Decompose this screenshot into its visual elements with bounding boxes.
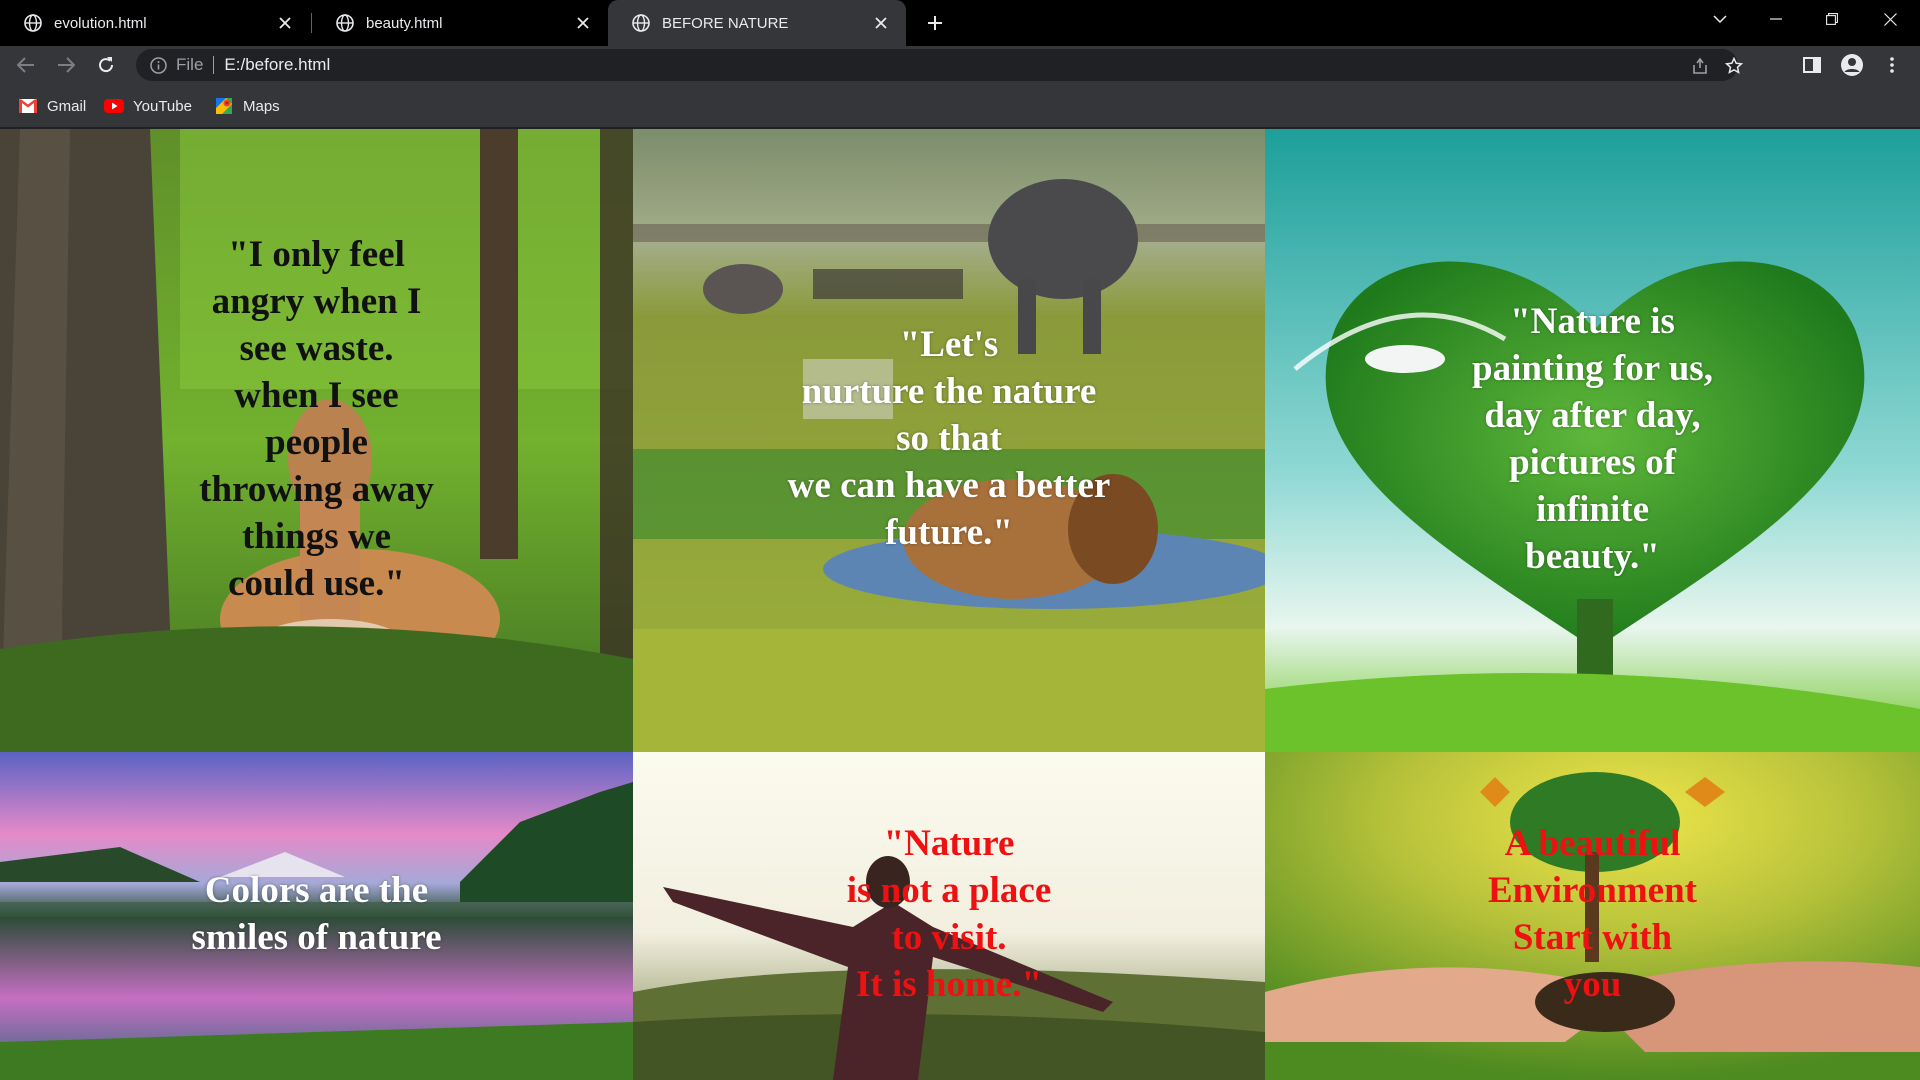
plus-icon	[928, 16, 942, 30]
tile-savanna: "Let's nurture the nature so that we can…	[633, 129, 1265, 752]
tab-label: BEFORE NATURE	[662, 14, 789, 32]
chevron-down-icon	[1713, 15, 1727, 23]
tile-mountain-lake: Colors are the smiles of nature	[0, 752, 633, 1080]
tile-heart-tree: "Nature is painting for us, day after da…	[1265, 129, 1920, 752]
side-panel-button[interactable]	[1796, 49, 1828, 81]
quote-text: "Let's nurture the nature so that we can…	[787, 324, 1111, 553]
kebab-menu-icon	[1890, 57, 1894, 73]
close-icon[interactable]	[274, 12, 296, 34]
reload-icon	[99, 57, 114, 73]
bookmark-label: YouTube	[133, 97, 192, 115]
side-panel-icon	[1803, 57, 1821, 73]
globe-icon	[24, 14, 42, 32]
url-text[interactable]: E:/before.html	[224, 55, 330, 75]
maps-icon	[214, 98, 234, 114]
bookmark-label: Gmail	[47, 97, 87, 115]
window-close-button[interactable]	[1864, 0, 1916, 38]
forward-button[interactable]	[50, 49, 82, 81]
arrow-left-icon	[17, 57, 34, 73]
bookmarks-bar: Gmail YouTube Maps	[0, 84, 1920, 128]
tab-evolution[interactable]: evolution.html	[0, 0, 310, 46]
globe-icon	[336, 14, 354, 32]
bookmark-youtube[interactable]: YouTube	[104, 94, 192, 118]
gmail-icon	[18, 98, 38, 114]
bookmark-star-icon[interactable]	[1722, 54, 1746, 78]
tile-deer: "I only feel angry when I see waste. whe…	[0, 129, 633, 752]
reload-button[interactable]	[90, 49, 122, 81]
profile-button[interactable]	[1836, 49, 1868, 81]
back-button[interactable]	[10, 49, 42, 81]
menu-button[interactable]	[1876, 49, 1908, 81]
tab-label: evolution.html	[54, 14, 147, 32]
omnibox-divider	[213, 56, 215, 74]
address-bar[interactable]: File E:/before.html	[136, 49, 1743, 81]
tile-open-arms: "Nature is not a place to visit. It is h…	[633, 752, 1265, 1080]
quote-text: Colors are the smiles of nature	[191, 870, 442, 958]
tab-strip: evolution.html beauty.html BEFORE NATURE	[0, 0, 1920, 46]
arrow-right-icon	[58, 57, 75, 73]
close-icon[interactable]	[572, 12, 594, 34]
quote-text: "Nature is painting for us, day after da…	[1472, 300, 1713, 577]
share-icon[interactable]	[1688, 54, 1712, 78]
restore-button[interactable]	[1806, 0, 1858, 38]
tab-search-button[interactable]	[1694, 0, 1746, 38]
toolbar: File E:/before.html	[0, 46, 1920, 84]
close-icon[interactable]	[870, 12, 892, 34]
tab-before-nature[interactable]: BEFORE NATURE	[608, 0, 906, 46]
globe-icon	[632, 14, 650, 32]
minimize-icon	[1770, 18, 1782, 20]
quote-text: A beautiful Environment Start with you	[1487, 823, 1697, 1005]
avatar-icon	[1841, 54, 1863, 76]
tab-beauty[interactable]: beauty.html	[312, 0, 608, 46]
scheme-chip: File	[176, 55, 204, 74]
quote-text: "Nature is not a place to visit. It is h…	[846, 823, 1052, 1005]
info-icon[interactable]	[148, 55, 168, 75]
quote-text: "I only feel angry when I see waste. whe…	[199, 233, 434, 604]
new-tab-button[interactable]	[920, 8, 950, 38]
page-content: "I only feel angry when I see waste. whe…	[0, 129, 1920, 1080]
bookmark-label: Maps	[243, 97, 280, 115]
bookmark-maps[interactable]: Maps	[214, 94, 280, 118]
bookmark-gmail[interactable]: Gmail	[18, 94, 86, 118]
youtube-icon	[104, 98, 124, 114]
tile-hands-tree: A beautiful Environment Start with you	[1265, 752, 1920, 1080]
restore-icon	[1826, 13, 1838, 25]
close-icon	[1883, 12, 1897, 26]
minimize-button[interactable]	[1750, 0, 1802, 38]
tab-label: beauty.html	[366, 14, 443, 32]
